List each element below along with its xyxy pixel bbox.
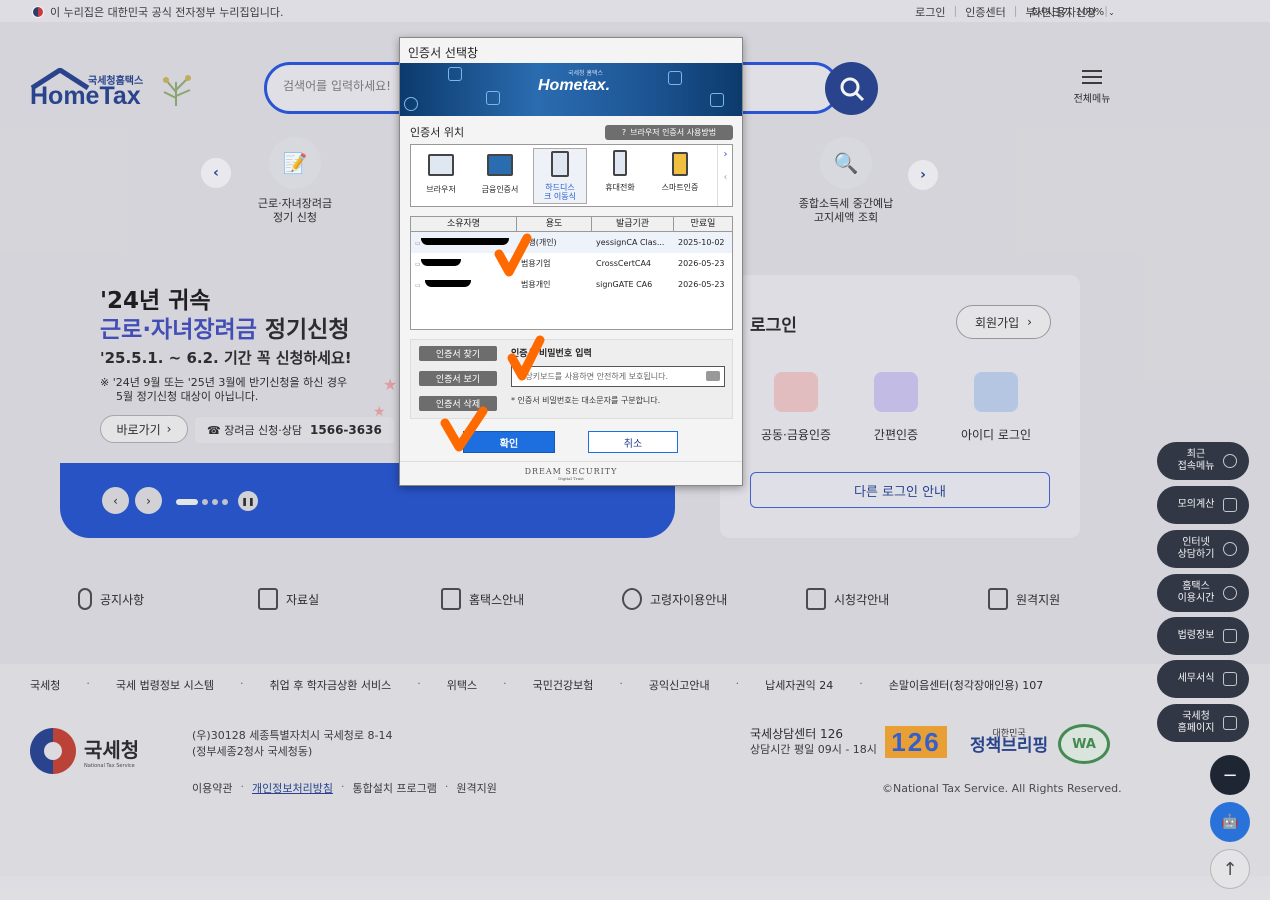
redaction-mark [421, 259, 461, 266]
network-node-icon [448, 67, 462, 81]
dialog-title: 인증서 선택창 [408, 46, 479, 60]
location-label: 인증서 위치 [410, 126, 465, 139]
col-owner[interactable]: 소유자명 [411, 217, 517, 231]
mobile-phone-icon [613, 150, 627, 176]
find-cert-button[interactable]: 인증서 찾기 [419, 346, 497, 361]
smart-cert-icon [672, 152, 688, 176]
network-node-icon [710, 93, 724, 107]
lock-icon [404, 97, 418, 111]
checkmark-annotation-icon [440, 406, 488, 452]
location-label: 브라우저 [426, 185, 456, 194]
location-browser[interactable]: 브라우저 [414, 148, 468, 204]
chevron-left-icon[interactable]: ‹ [718, 172, 733, 183]
location-label: 금융인증서 [481, 185, 519, 194]
checkmark-annotation-icon [494, 233, 532, 277]
table-row[interactable]: ▭ 범용기업 CrossCertCA4 2026-05-23 [411, 253, 732, 274]
cell-usage: 범용개인 [521, 280, 551, 289]
cert-location-selector: 브라우저 금융인증서 하드디스크 이동식 휴대전화 스마트인증 › ‹ [410, 144, 733, 207]
cell-expiry: 2026-05-23 [678, 280, 725, 289]
cell-issuer: signGATE CA6 [596, 280, 653, 289]
location-harddisk[interactable]: 하드디스크 이동식 [533, 148, 587, 204]
dreamsecurity-logo: DREAM SECURITY Digital Trust [400, 461, 742, 485]
location-scroller[interactable]: › ‹ [717, 145, 733, 206]
question-icon: ? [621, 128, 627, 137]
location-financial[interactable]: 금융인증서 [473, 148, 527, 204]
col-usage[interactable]: 용도 [517, 217, 592, 231]
location-smart[interactable]: 스마트인증 [653, 148, 707, 204]
table-row[interactable]: ▭ 범용개인 signGATE CA6 2026-05-23 [411, 274, 732, 295]
certificate-table: 소유자명 용도 발급기관 만료일 ▭ 은행(개인) yessignCA Clas… [410, 216, 733, 330]
col-expiry[interactable]: 만료일 [674, 217, 732, 231]
cancel-button[interactable]: 취소 [588, 431, 678, 453]
browser-window-icon [428, 154, 454, 176]
footer-sub: Digital Trust [558, 476, 584, 481]
network-node-icon [486, 91, 500, 105]
table-row[interactable]: ▭ 은행(개인) yessignCA Clas... 2025-10-02 [411, 232, 732, 253]
redaction-mark [425, 280, 471, 287]
checkmark-annotation-icon [507, 335, 545, 381]
chevron-right-icon[interactable]: › [718, 149, 733, 160]
col-issuer[interactable]: 발급기관 [592, 217, 674, 231]
location-label: 스마트인증 [661, 183, 699, 192]
cell-owner: ▭ [411, 280, 517, 289]
footer-brand: DREAM SECURITY [524, 467, 618, 476]
table-header: 소유자명 용도 발급기관 만료일 [411, 217, 732, 232]
keyboard-icon[interactable] [706, 371, 720, 381]
location-label: 하드디스크 이동식 [544, 183, 576, 201]
help-button-label: 브라우저 인증서 사용방법 [630, 128, 717, 137]
cell-issuer: CrossCertCA4 [596, 259, 652, 268]
banner-sub: 국세청 홈택스 [568, 70, 604, 77]
view-cert-button[interactable]: 인증서 보기 [419, 371, 497, 386]
location-label: 휴대전화 [605, 183, 635, 192]
cell-expiry: 2026-05-23 [678, 259, 725, 268]
browser-cert-help-button[interactable]: ? 브라우저 인증서 사용방법 [605, 125, 733, 140]
banner-brand: Hometax. [538, 77, 611, 94]
password-note: * 인증서 비밀번호는 대소문자를 구분합니다. [511, 396, 661, 405]
cell-issuer: yessignCA Clas... [596, 238, 665, 247]
network-node-icon [668, 71, 682, 85]
cell-expiry: 2025-10-02 [678, 238, 725, 247]
location-mobile[interactable]: 휴대전화 [593, 148, 647, 204]
financial-cert-icon [487, 154, 513, 176]
dialog-banner: 국세청 홈택스 Hometax. [400, 63, 742, 116]
usb-drive-icon [551, 151, 569, 177]
